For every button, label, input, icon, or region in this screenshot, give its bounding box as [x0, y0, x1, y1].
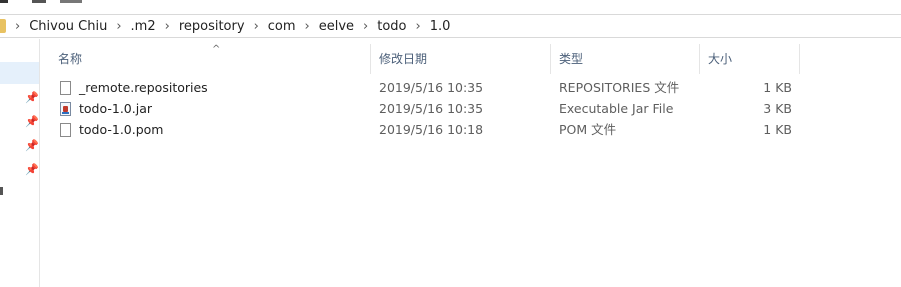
- breadcrumb-item[interactable]: 1.0: [430, 19, 451, 34]
- pin-icon[interactable]: 📌: [25, 139, 39, 152]
- breadcrumb-item[interactable]: com: [268, 19, 296, 34]
- pin-icon[interactable]: 📌: [25, 91, 39, 104]
- pin-icon[interactable]: 📌: [25, 163, 39, 176]
- column-header: 名称 ^ 修改日期 类型 大小: [40, 44, 812, 74]
- file-name: todo-1.0.jar: [79, 101, 152, 116]
- breadcrumb-item[interactable]: Chivou Chiu: [29, 19, 107, 34]
- breadcrumb-item[interactable]: .m2: [131, 19, 156, 34]
- file-icon: [60, 122, 71, 137]
- file-date: 2019/5/16 10:35: [379, 80, 484, 95]
- column-header-size[interactable]: 大小: [700, 44, 800, 74]
- file-row[interactable]: _remote.repositories 2019/5/16 10:35 REP…: [40, 77, 812, 98]
- file-name: todo-1.0.pom: [79, 122, 164, 137]
- chevron-right-icon[interactable]: ›: [254, 19, 259, 34]
- file-size: 1 KB: [763, 122, 792, 137]
- column-header-name[interactable]: 名称 ^: [40, 44, 371, 74]
- column-header-date[interactable]: 修改日期: [371, 44, 551, 74]
- breadcrumb-item[interactable]: todo: [377, 19, 406, 34]
- top-strip: [0, 0, 901, 8]
- breadcrumb-item[interactable]: eelve: [319, 19, 354, 34]
- column-header-type[interactable]: 类型: [551, 44, 700, 74]
- chevron-right-icon[interactable]: ›: [15, 19, 20, 34]
- file-date: 2019/5/16 10:18: [379, 122, 484, 137]
- address-bar[interactable]: › Chivou Chiu › .m2 › repository › com ›…: [0, 14, 901, 38]
- file-name: _remote.repositories: [79, 80, 208, 95]
- file-list: _remote.repositories 2019/5/16 10:35 REP…: [40, 77, 812, 140]
- nav-fragment: [0, 187, 3, 195]
- pin-icon[interactable]: 📌: [25, 115, 39, 128]
- nav-selected-item[interactable]: [0, 62, 39, 84]
- file-row[interactable]: todo-1.0.jar 2019/5/16 10:35 Executable …: [40, 98, 812, 119]
- file-type: REPOSITORIES 文件: [559, 80, 680, 95]
- file-type: POM 文件: [559, 122, 617, 137]
- file-icon: [60, 80, 71, 95]
- breadcrumb-item[interactable]: repository: [179, 19, 245, 34]
- file-type: Executable Jar File: [559, 101, 674, 116]
- chevron-right-icon[interactable]: ›: [416, 19, 421, 34]
- jar-file-icon: [60, 101, 71, 116]
- file-size: 1 KB: [763, 80, 792, 95]
- folder-icon: [0, 19, 6, 33]
- file-row[interactable]: todo-1.0.pom 2019/5/16 10:18 POM 文件 1 KB: [40, 119, 812, 140]
- chevron-right-icon[interactable]: ›: [363, 19, 368, 34]
- file-size: 3 KB: [763, 101, 792, 116]
- navigation-pane: 📌 📌 📌 📌: [0, 39, 40, 287]
- chevron-right-icon[interactable]: ›: [165, 19, 170, 34]
- sort-up-icon: ^: [212, 44, 221, 55]
- chevron-right-icon[interactable]: ›: [116, 19, 121, 34]
- chevron-right-icon[interactable]: ›: [305, 19, 310, 34]
- file-date: 2019/5/16 10:35: [379, 101, 484, 116]
